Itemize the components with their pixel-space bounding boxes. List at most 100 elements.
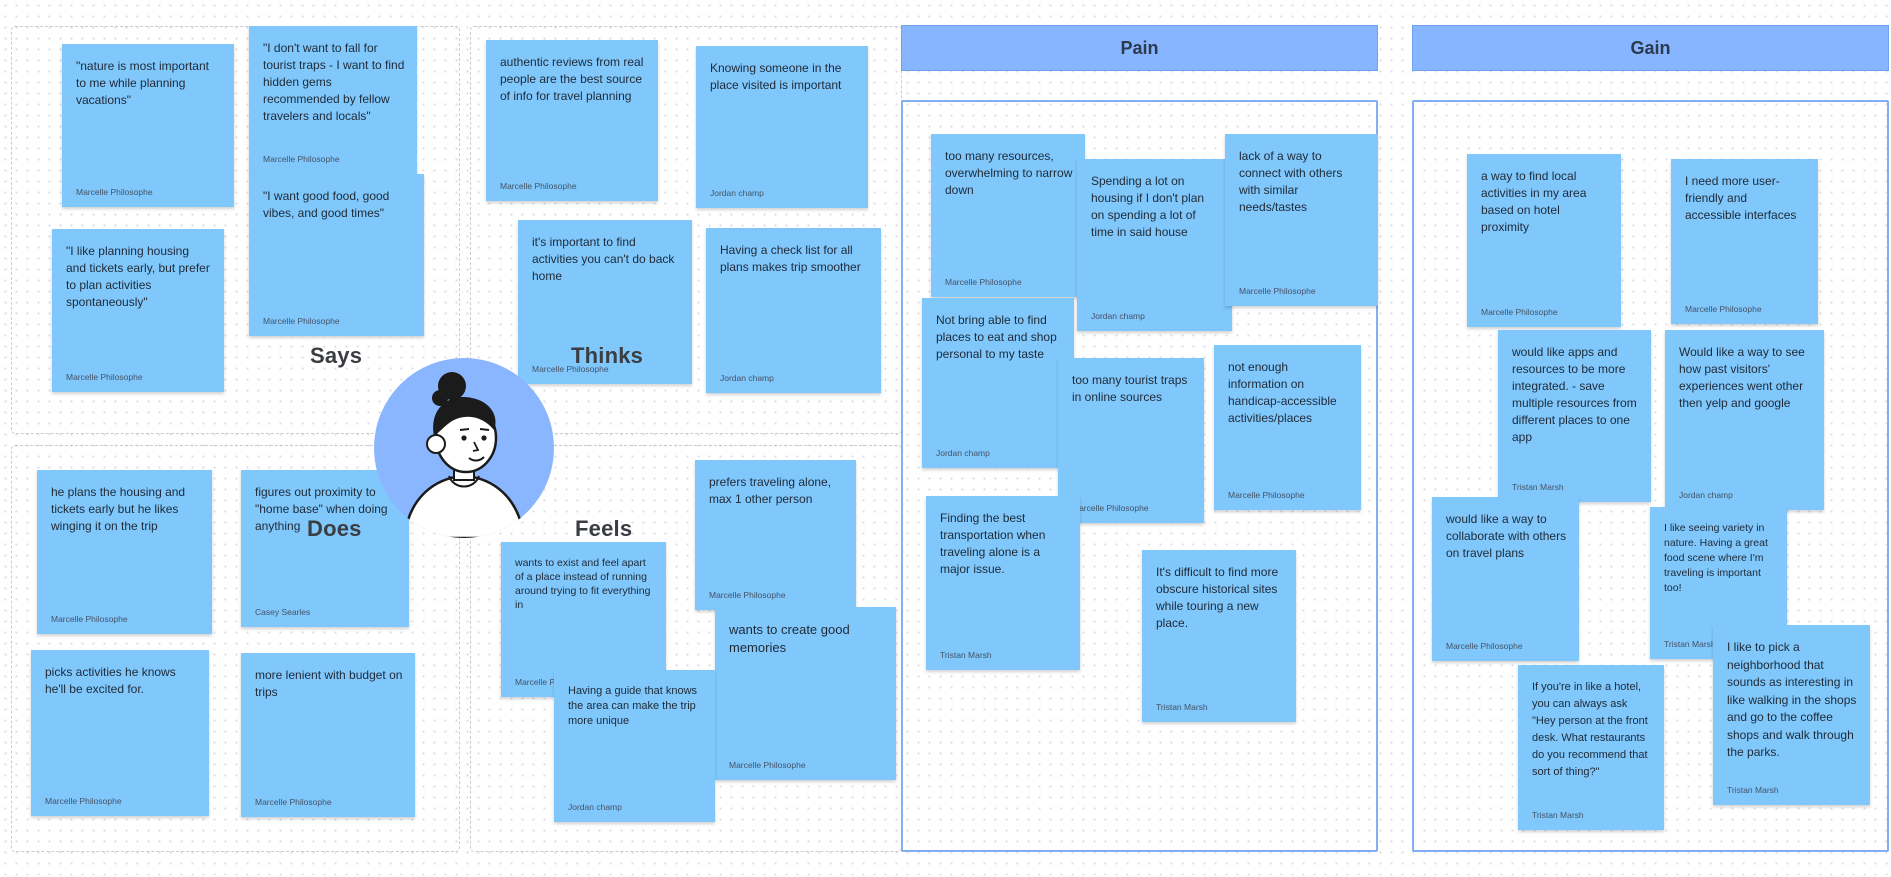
note-author: Marcelle Philosophe: [1228, 490, 1305, 500]
note-author: Jordan champ: [720, 373, 774, 383]
note-text: If you're in like a hotel, you can alway…: [1532, 681, 1648, 778]
sticky-note[interactable]: Knowing someone in the place visited is …: [696, 46, 868, 208]
sticky-note[interactable]: It's difficult to find more obscure hist…: [1142, 550, 1296, 722]
gain-header[interactable]: Gain: [1412, 25, 1889, 71]
note-text: wants to exist and feel apart of a place…: [515, 557, 651, 611]
note-text: Spending a lot on housing if I don't pla…: [1091, 174, 1205, 239]
note-text: authentic reviews from real people are t…: [500, 55, 644, 103]
note-text: too many tourist traps in online sources: [1072, 373, 1188, 404]
note-author: Marcelle Philosophe: [66, 372, 143, 382]
sticky-note[interactable]: Not bring able to find places to eat and…: [922, 298, 1074, 468]
sticky-note[interactable]: Having a guide that knows the area can m…: [554, 670, 715, 822]
sticky-note[interactable]: a way to find local activities in my are…: [1467, 154, 1621, 327]
sticky-note[interactable]: "nature is most important to me while pl…: [62, 44, 234, 207]
note-author: Marcelle Philosophe: [945, 277, 1022, 287]
persona-illustration: [402, 372, 526, 538]
sticky-note[interactable]: I like to pick a neighborhood that sound…: [1713, 625, 1870, 805]
note-text: more lenient with budget on trips: [255, 668, 403, 699]
note-author: Tristan Marsh: [1664, 639, 1716, 649]
note-author: Marcelle Philosophe: [263, 154, 340, 164]
thinks-label: Thinks: [571, 343, 644, 368]
note-text: "nature is most important to me while pl…: [76, 59, 209, 107]
sticky-note[interactable]: he plans the housing and tickets early b…: [37, 470, 212, 634]
sticky-note[interactable]: picks activities he knows he'll be excit…: [31, 650, 209, 816]
note-text: lack of a way to connect with others wit…: [1239, 149, 1343, 214]
note-text: Having a guide that knows the area can m…: [568, 685, 698, 727]
note-author: Marcelle Philosophe: [1239, 286, 1316, 296]
note-author: Marcelle Philosophe: [255, 797, 332, 807]
sticky-note[interactable]: Having a check list for all plans makes …: [706, 228, 881, 393]
note-text: he plans the housing and tickets early b…: [51, 485, 186, 533]
note-text: "I don't want to fall for tourist traps …: [263, 41, 405, 123]
note-text: a way to find local activities in my are…: [1481, 169, 1587, 234]
pain-header[interactable]: Pain: [901, 25, 1378, 71]
note-author: Tristan Marsh: [1512, 482, 1564, 492]
note-author: Marcelle Philosophe: [1446, 641, 1523, 651]
note-text: Would like a way to see how past visitor…: [1679, 345, 1805, 410]
note-author: Jordan champ: [1091, 311, 1145, 321]
note-author: Tristan Marsh: [1532, 810, 1584, 820]
note-author: Jordan champ: [568, 802, 622, 812]
note-text: Finding the best transportation when tra…: [940, 511, 1046, 576]
note-author: Tristan Marsh: [940, 650, 992, 660]
note-author: Marcelle Philosophe: [45, 796, 122, 806]
sticky-note[interactable]: would like apps and resources to be more…: [1498, 330, 1651, 502]
sticky-note[interactable]: "I want good food, good vibes, and good …: [249, 174, 424, 336]
note-text: wants to create good memories: [729, 622, 850, 655]
note-text: not enough information on handicap-acces…: [1228, 360, 1337, 425]
sticky-note[interactable]: If you're in like a hotel, you can alway…: [1518, 665, 1664, 830]
note-author: Jordan champ: [1679, 490, 1733, 500]
sticky-note[interactable]: prefers traveling alone, max 1 other per…: [695, 460, 856, 610]
sticky-note[interactable]: would like a way to collaborate with oth…: [1432, 497, 1579, 661]
note-text: "I want good food, good vibes, and good …: [263, 189, 390, 220]
whiteboard-canvas[interactable]: Pain Gain "nature is most important to m…: [0, 0, 1891, 877]
says-label: Says: [310, 343, 363, 368]
note-text: I need more user-friendly and accessible…: [1685, 174, 1797, 222]
note-author: Marcelle P: [515, 677, 556, 687]
note-author: Jordan champ: [936, 448, 990, 458]
note-author: Marcelle Philosophe: [263, 316, 340, 326]
sticky-note[interactable]: Spending a lot on housing if I don't pla…: [1077, 159, 1232, 331]
note-author: Tristan Marsh: [1156, 702, 1208, 712]
sticky-note[interactable]: wants to create good memories Marcelle P…: [715, 607, 896, 780]
note-text: too many resources, overwhelming to narr…: [945, 149, 1073, 197]
sticky-note[interactable]: too many resources, overwhelming to narr…: [931, 134, 1085, 297]
note-author: Marcelle Philosophe: [1685, 304, 1762, 314]
note-author: Marcelle Philosophe: [729, 760, 806, 770]
note-text: would like apps and resources to be more…: [1512, 345, 1637, 444]
note-author: Marcelle Philosophe: [500, 181, 577, 191]
note-text: prefers traveling alone, max 1 other per…: [709, 475, 832, 506]
note-author: Marcelle Philosophe: [76, 187, 153, 197]
sticky-note[interactable]: Finding the best transportation when tra…: [926, 496, 1080, 670]
feels-label: Feels: [575, 516, 633, 541]
note-author: Casey Searles: [255, 607, 311, 617]
sticky-note[interactable]: authentic reviews from real people are t…: [486, 40, 658, 201]
note-text: Knowing someone in the place visited is …: [710, 61, 842, 92]
sticky-note[interactable]: Would like a way to see how past visitor…: [1665, 330, 1824, 510]
sticky-note[interactable]: lack of a way to connect with others wit…: [1225, 134, 1378, 306]
note-author: Marcelle Philosophe: [709, 590, 786, 600]
note-author: Marcelle Philosophe: [51, 614, 128, 624]
persona-avatar: [374, 358, 554, 538]
note-author: Marcelle Philosophe: [1481, 307, 1558, 317]
note-text: I like seeing variety in nature. Having …: [1664, 522, 1768, 594]
note-text: It's difficult to find more obscure hist…: [1156, 565, 1279, 630]
gain-header-label: Gain: [1630, 37, 1671, 58]
sticky-note[interactable]: "I don't want to fall for tourist traps …: [249, 26, 417, 174]
sticky-note[interactable]: not enough information on handicap-acces…: [1214, 345, 1361, 510]
pain-header-label: Pain: [1120, 37, 1159, 58]
note-text: it's important to find activities you ca…: [532, 235, 675, 283]
note-text: "I like planning housing and tickets ear…: [66, 244, 210, 309]
note-text: Having a check list for all plans makes …: [720, 243, 861, 274]
note-text: would like a way to collaborate with oth…: [1446, 512, 1567, 560]
note-text: picks activities he knows he'll be excit…: [45, 665, 176, 696]
sticky-note[interactable]: figures out proximity to "home base" whe…: [241, 470, 409, 627]
sticky-note[interactable]: "I like planning housing and tickets ear…: [52, 229, 224, 392]
note-text: I like to pick a neighborhood that sound…: [1727, 640, 1857, 759]
note-author: Jordan champ: [710, 188, 764, 198]
does-label: Does: [307, 516, 362, 541]
sticky-note[interactable]: I need more user-friendly and accessible…: [1671, 159, 1818, 324]
note-text: Not bring able to find places to eat and…: [936, 313, 1057, 361]
sticky-note[interactable]: more lenient with budget on trips Marcel…: [241, 653, 415, 817]
note-author: Marcelle Philosophe: [1072, 503, 1149, 513]
